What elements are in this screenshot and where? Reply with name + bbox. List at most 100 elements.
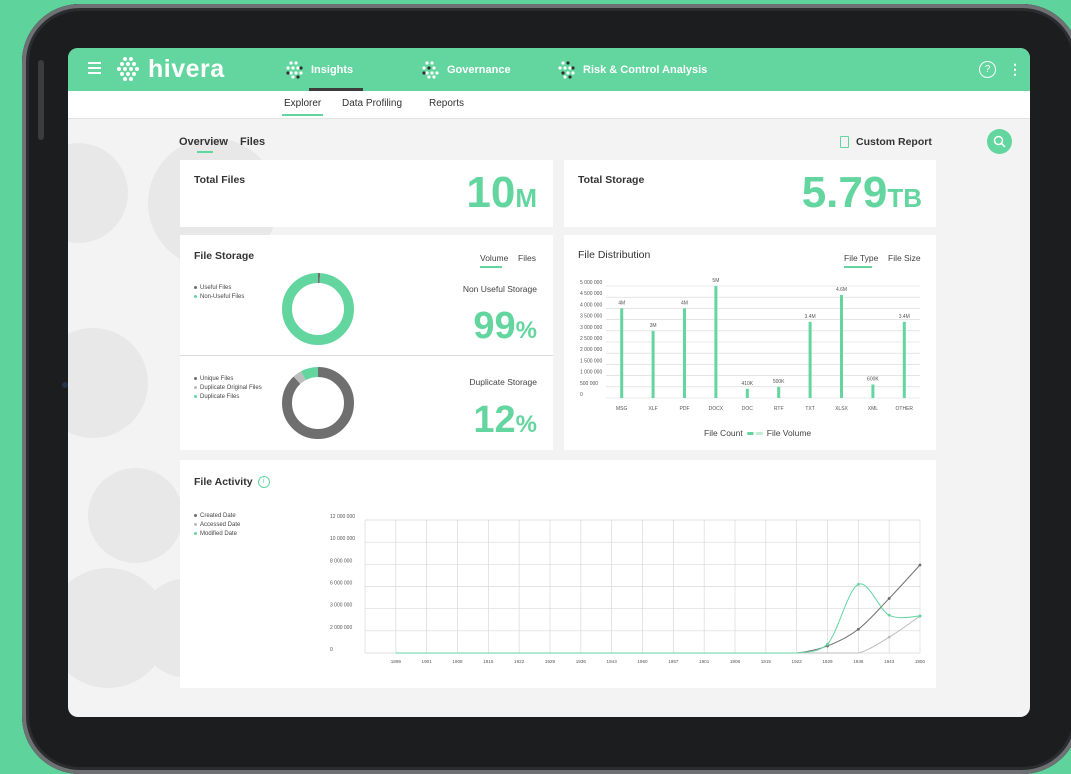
bar-data-label: 600K bbox=[867, 377, 879, 383]
file-storage-legend-2: Unique Files Duplicate Original Files Du… bbox=[194, 375, 262, 402]
hivera-logo-icon bbox=[117, 57, 139, 81]
x-tick-label: 1908 bbox=[730, 659, 741, 664]
duplicate-pct-unit: % bbox=[515, 411, 537, 438]
x-tick-label: 1899 bbox=[391, 659, 402, 664]
total-files-title: Total Files bbox=[194, 174, 246, 186]
tab-risk-control-analysis[interactable]: Risk & Control Analysis bbox=[556, 48, 707, 91]
insights-icon bbox=[286, 60, 303, 79]
legend-label: Useful Files bbox=[200, 285, 232, 291]
tab-governance[interactable]: Governance bbox=[420, 48, 511, 91]
duplicate-storage-value: 12% bbox=[473, 399, 537, 442]
y-tick-label: 6 000 000 bbox=[330, 581, 352, 587]
duplicate-storage-donut bbox=[282, 367, 354, 439]
y-tick-label: 3 000 000 bbox=[580, 325, 602, 331]
series-point bbox=[887, 597, 891, 600]
legend-label: Duplicate Files bbox=[200, 394, 240, 400]
custom-report-button[interactable]: Custom Report bbox=[840, 136, 932, 148]
subtab-data-profiling[interactable]: Data Profiling bbox=[342, 98, 402, 109]
custom-report-label: Custom Report bbox=[856, 136, 932, 148]
x-tick-label: 1943 bbox=[884, 659, 895, 664]
y-tick-label: 0 bbox=[580, 392, 583, 398]
non-useful-storage-donut bbox=[282, 273, 354, 345]
card-divider bbox=[180, 355, 553, 356]
bar-data-label: 3.4M bbox=[899, 314, 910, 320]
x-tick-label: 1936 bbox=[853, 659, 864, 664]
file-distribution-legend: File Count File Volume bbox=[704, 428, 811, 438]
y-tick-label: 8 000 000 bbox=[330, 558, 352, 564]
non-useful-pct-number: 99 bbox=[473, 305, 516, 347]
view-tab-files[interactable]: Files bbox=[240, 136, 265, 148]
legend-label: Non-Useful Files bbox=[200, 294, 245, 300]
total-files-unit: M bbox=[515, 183, 537, 213]
legend-item: Non-Useful Files bbox=[194, 293, 244, 302]
subtab-explorer[interactable]: Explorer bbox=[281, 98, 324, 116]
more-options-icon[interactable]: ⋮ bbox=[1008, 62, 1022, 76]
tab-insights-label: Insights bbox=[311, 63, 354, 76]
search-button[interactable] bbox=[987, 129, 1012, 154]
total-storage-number: 5.79 bbox=[801, 168, 888, 217]
bar bbox=[840, 294, 843, 398]
legend-file-count: File Count bbox=[704, 428, 743, 438]
x-tick-label: RTF bbox=[774, 406, 784, 412]
app-logo-text[interactable]: hivera bbox=[148, 55, 225, 84]
file-storage-title: File Storage bbox=[194, 250, 255, 262]
bar bbox=[683, 308, 686, 398]
x-tick-label: 1901 bbox=[422, 659, 433, 664]
bar bbox=[808, 321, 812, 398]
tab-insights[interactable]: Insights bbox=[284, 48, 364, 91]
view-tab-overview[interactable]: Overview bbox=[179, 136, 228, 153]
tab-governance-label: Governance bbox=[447, 63, 511, 76]
x-tick-label: 1950 bbox=[915, 659, 926, 664]
x-tick-label: 1950 bbox=[637, 659, 648, 664]
legend-item: Unique Files bbox=[194, 375, 262, 384]
series-point bbox=[918, 614, 922, 618]
duplicate-pct-number: 12 bbox=[473, 399, 516, 441]
sub-navigation: Explorer Data Profiling Reports bbox=[68, 91, 1030, 119]
governance-icon bbox=[422, 60, 439, 79]
bar bbox=[745, 388, 749, 398]
file-activity-line-chart: 12 000 000 10 000 000 8 000 000 6 000 000 3 … bbox=[330, 514, 926, 664]
x-tick-label: DOC bbox=[742, 406, 754, 412]
document-icon bbox=[840, 136, 849, 148]
series-point bbox=[918, 563, 922, 567]
tab-risk-control-label: Risk & Control Analysis bbox=[583, 63, 708, 76]
y-tick-label: 2 000 000 bbox=[580, 347, 602, 353]
bar-data-label: 5M bbox=[712, 278, 719, 284]
total-storage-value: 5.79TB bbox=[802, 168, 922, 218]
tablet-button bbox=[38, 60, 44, 140]
x-tick-label: OTHER bbox=[896, 406, 914, 412]
app-screen: hivera Insights Governance Risk & Contro… bbox=[68, 48, 1030, 717]
bar-data-label: 4.6M bbox=[836, 287, 847, 293]
subtab-reports[interactable]: Reports bbox=[429, 98, 464, 109]
file-distribution-card: File Distribution File Type File Size 5 … bbox=[564, 235, 936, 450]
bar bbox=[651, 330, 655, 398]
total-files-number: 10 bbox=[466, 168, 516, 217]
top-navigation-bar: hivera Insights Governance Risk & Contro… bbox=[68, 48, 1030, 91]
help-icon[interactable]: ? bbox=[979, 61, 996, 78]
y-tick-label: 1 500 000 bbox=[580, 358, 602, 364]
legend-item: Useful Files bbox=[194, 284, 244, 293]
series-point bbox=[856, 582, 860, 586]
y-tick-label: 3 500 000 bbox=[580, 314, 602, 320]
x-tick-label: PDF bbox=[680, 406, 690, 412]
x-tick-label: 1901 bbox=[699, 659, 710, 664]
x-tick-label: XLF bbox=[649, 406, 658, 412]
duplicate-storage-label: Duplicate Storage bbox=[469, 377, 537, 387]
total-storage-card: Total Storage 5.79TB bbox=[564, 160, 936, 227]
y-tick-label: 4 500 000 bbox=[580, 291, 602, 297]
hamburger-menu-icon[interactable] bbox=[88, 62, 101, 74]
y-tick-label: 3 000 000 bbox=[330, 603, 352, 609]
file-storage-card: File Storage Volume Files Useful Files N… bbox=[180, 235, 553, 450]
donut-segment bbox=[282, 367, 354, 439]
x-tick-label: 1922 bbox=[514, 659, 525, 664]
series-point bbox=[856, 627, 860, 631]
x-tick-label: MSG bbox=[616, 406, 628, 412]
risk-control-icon bbox=[558, 60, 575, 79]
toggle-files[interactable]: Files bbox=[518, 253, 536, 263]
total-files-value: 10M bbox=[466, 168, 537, 218]
y-tick-label: 2 500 000 bbox=[580, 336, 602, 342]
total-files-card: Total Files 10M bbox=[180, 160, 553, 227]
x-tick-label: DOCX bbox=[709, 406, 724, 412]
toggle-volume[interactable]: Volume bbox=[480, 253, 508, 268]
non-useful-pct-unit: % bbox=[515, 317, 537, 344]
